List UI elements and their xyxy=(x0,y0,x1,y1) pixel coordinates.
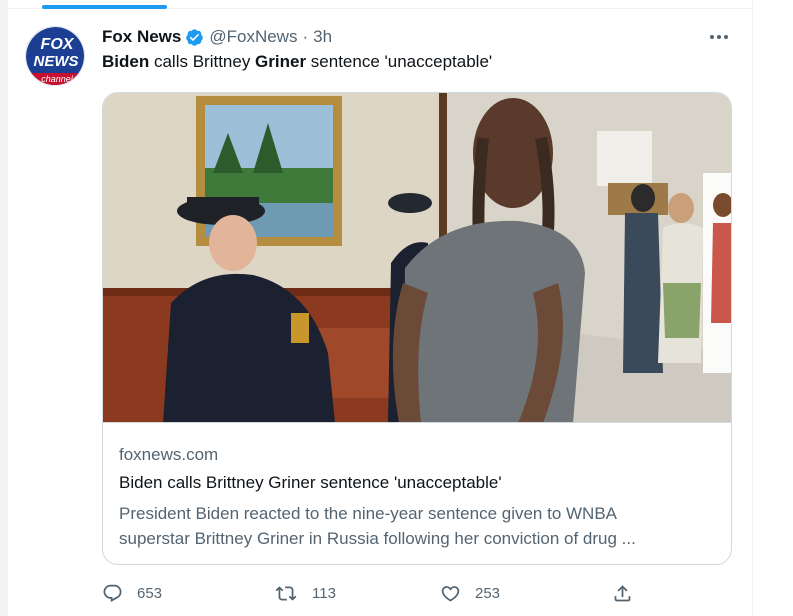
tweet-actions: 653 113 253 xyxy=(102,581,642,605)
tweet-text-part: sentence 'unacceptable' xyxy=(306,52,493,71)
fox-news-logo: FOX NEWS channel xyxy=(26,27,84,85)
like-count: 253 xyxy=(475,584,501,602)
meta-separator: · xyxy=(302,27,309,46)
verified-badge-icon xyxy=(185,28,204,47)
reply-count: 653 xyxy=(137,584,163,602)
reply-icon xyxy=(103,584,122,602)
courtroom-photo xyxy=(103,93,731,422)
svg-text:channel: channel xyxy=(41,74,74,84)
retweet-button[interactable]: 113 xyxy=(274,581,336,605)
card-description-line: President Biden reacted to the nine-year… xyxy=(119,504,618,523)
highlight-griner: Griner xyxy=(255,52,307,71)
tweet-time[interactable]: 3h xyxy=(313,27,332,47)
tweet[interactable]: FOX NEWS channel Fox News @FoxNews · 3h … xyxy=(8,9,752,616)
author-name[interactable]: Fox News xyxy=(102,27,181,47)
svg-text:NEWS: NEWS xyxy=(34,53,79,70)
share-button[interactable] xyxy=(612,581,633,605)
share-icon xyxy=(614,584,631,601)
card-description: President Biden reacted to the nine-year… xyxy=(119,501,719,551)
heart-icon xyxy=(441,585,460,602)
tweet-text-part: calls Brittney xyxy=(149,52,256,71)
retweet-count: 113 xyxy=(312,584,336,602)
card-title: Biden calls Brittney Griner sentence 'un… xyxy=(119,473,502,492)
card-domain: foxnews.com xyxy=(119,445,219,464)
avatar[interactable]: FOX NEWS channel xyxy=(25,26,85,86)
svg-text:FOX: FOX xyxy=(41,36,75,53)
highlight-biden: Biden xyxy=(102,52,150,71)
tweet-text: Biden calls Brittney Griner sentence 'un… xyxy=(102,52,492,72)
like-button[interactable]: 253 xyxy=(440,581,500,605)
author-handle[interactable]: @FoxNews xyxy=(209,27,297,47)
left-gutter xyxy=(0,0,8,616)
right-column xyxy=(752,0,793,616)
card-description-line: superstar Brittney Griner in Russia foll… xyxy=(119,529,636,548)
reply-button[interactable]: 653 xyxy=(102,581,162,605)
tweet-header: Fox News @FoxNews · 3h xyxy=(102,26,332,48)
more-horizontal-icon[interactable] xyxy=(706,27,732,47)
card-image[interactable] xyxy=(103,93,731,423)
retweet-icon xyxy=(275,585,297,601)
link-card[interactable]: foxnews.com Biden calls Brittney Griner … xyxy=(102,92,732,565)
